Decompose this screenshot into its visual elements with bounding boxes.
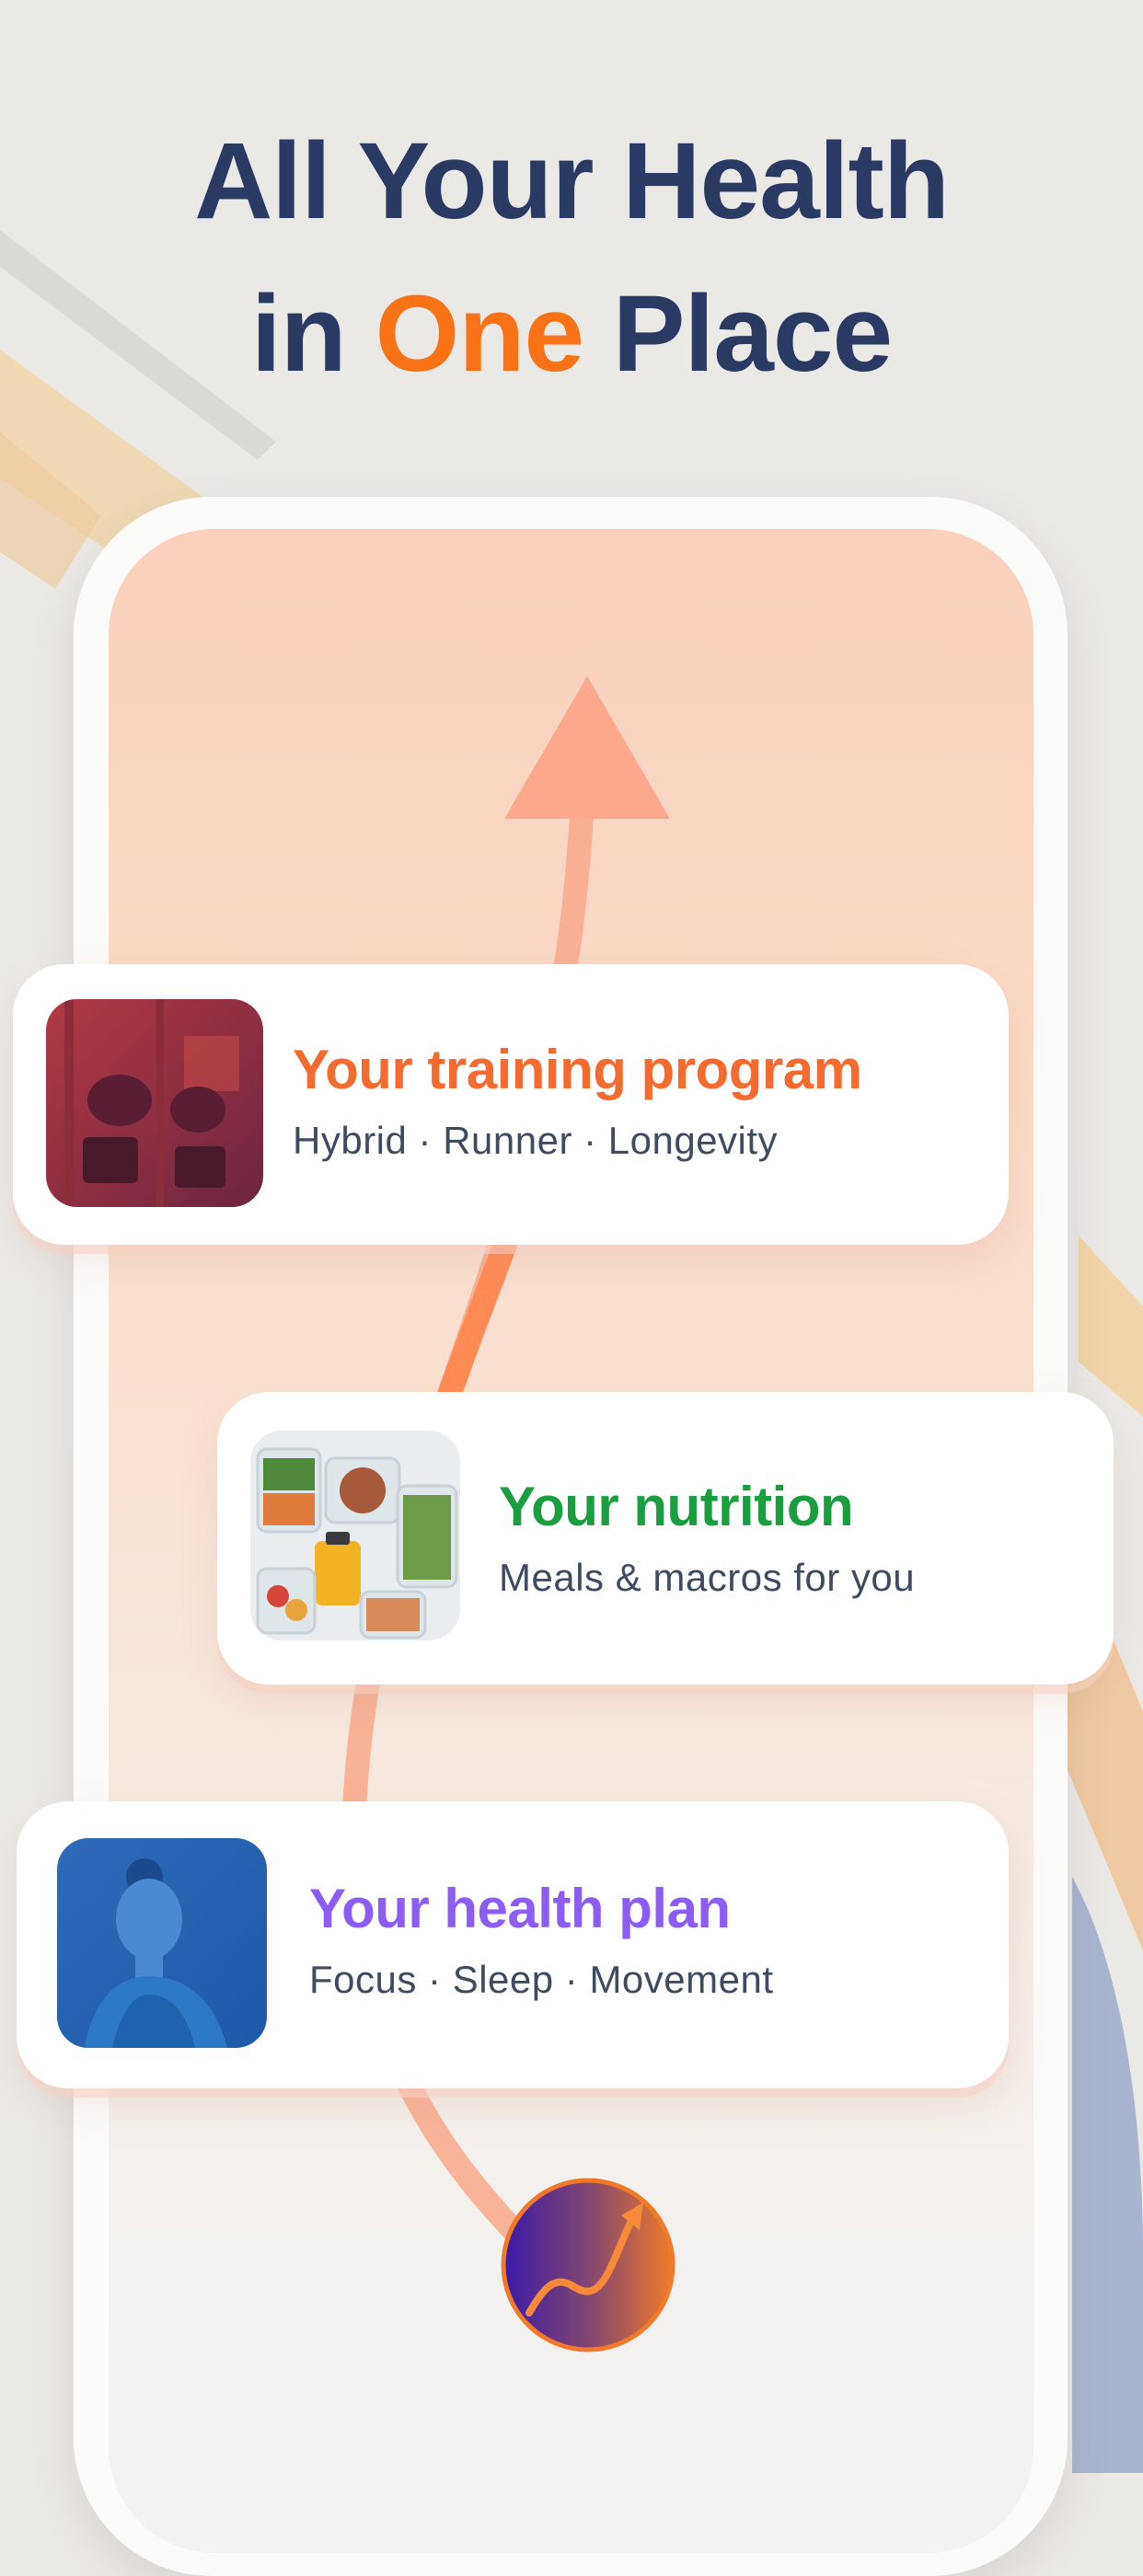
headline-line-2: in One Place [250, 273, 893, 395]
health-plan-card[interactable]: Your health plan Focus · Sleep · Movemen… [17, 1801, 1009, 2088]
health-plan-title: Your health plan [309, 1878, 731, 1939]
meal-prep-photo [250, 1431, 460, 1640]
nutrition-subtitle: Meals & macros for you [499, 1556, 916, 1599]
health-plan-subtitle: Focus · Sleep · Movement [309, 1958, 774, 2001]
nutrition-card[interactable]: Your nutrition Meals & macros for you [217, 1392, 1114, 1685]
headline-accent: One [375, 273, 584, 395]
woman-meditating-photo [57, 1838, 267, 2048]
nutrition-title: Your nutrition [499, 1476, 854, 1537]
training-photo [46, 999, 263, 1207]
app-logo-icon [501, 2178, 675, 2352]
growth-arrow-icon [504, 676, 670, 819]
phone-side-button [63, 1306, 74, 1454]
phone-power-button [1068, 1159, 1079, 1380]
training-subtitle: Hybrid · Runner · Longevity [293, 1119, 779, 1162]
headline-line-1: All Your Health [194, 121, 950, 242]
training-title: Your training program [293, 1039, 862, 1100]
training-program-card[interactable]: Your training program Hybrid · Runner · … [13, 964, 1009, 1245]
